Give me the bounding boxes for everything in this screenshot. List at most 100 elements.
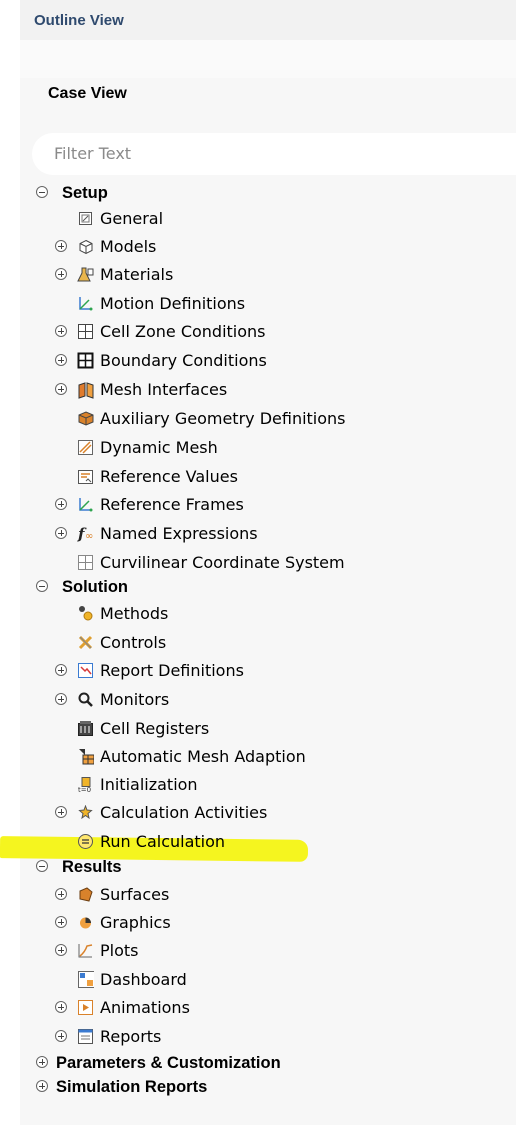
tree-item-mesh-interfaces[interactable]: Mesh Interfaces	[0, 376, 496, 404]
plots-icon	[77, 942, 94, 959]
tree-item-graphics[interactable]: Graphics	[0, 909, 496, 937]
tree-item-reference-values[interactable]: Reference Values	[0, 463, 496, 491]
tree-item-label: Dashboard	[100, 970, 187, 989]
general-icon	[77, 210, 94, 227]
tree-item-label: Boundary Conditions	[100, 351, 267, 370]
monitors-icon	[77, 691, 94, 708]
tree-item-automatic-mesh-adaption[interactable]: Automatic Mesh Adaption	[0, 743, 496, 771]
dashboard-icon	[77, 971, 94, 988]
tree-item-label: Solution	[62, 578, 128, 596]
tree-item-dynamic-mesh[interactable]: Dynamic Mesh	[0, 434, 496, 462]
dynamic-mesh-icon	[77, 439, 94, 456]
boundary-conditions-icon	[77, 352, 94, 369]
tree-item-label: General	[100, 209, 164, 228]
initialization-icon: t=0	[77, 776, 94, 793]
tree-item-motion-definitions[interactable]: Motion Definitions	[0, 290, 496, 318]
tree-item-monitors[interactable]: Monitors	[0, 686, 496, 714]
tree-item-label: Dynamic Mesh	[100, 438, 218, 457]
tree-item-label: Initialization	[100, 775, 198, 794]
tree-item-initialization[interactable]: t=0 Initialization	[0, 771, 496, 799]
tree-item-models[interactable]: Models	[0, 233, 496, 261]
expand-toggle-icon[interactable]	[55, 1030, 67, 1042]
expand-toggle-icon[interactable]	[55, 527, 67, 539]
expand-toggle-icon[interactable]	[55, 888, 67, 900]
expand-toggle-icon[interactable]	[55, 325, 67, 337]
tree-item-label: Surfaces	[100, 885, 170, 904]
tree-item-controls[interactable]: Controls	[0, 629, 496, 657]
tree-item-label: Plots	[100, 941, 139, 960]
expand-toggle-icon[interactable]	[55, 383, 67, 395]
expand-toggle-icon[interactable]	[55, 806, 67, 818]
expand-toggle-icon[interactable]	[55, 268, 67, 280]
controls-icon	[77, 634, 94, 651]
outline-view-title: Outline View	[20, 0, 516, 40]
collapse-toggle-icon[interactable]	[36, 580, 48, 592]
tree-item-label: Monitors	[100, 690, 170, 709]
tree-item-label: Methods	[100, 604, 169, 623]
motion-definitions-icon	[77, 295, 94, 312]
header-spacer	[20, 40, 516, 78]
mesh-adaption-icon	[77, 748, 94, 765]
tree-item-setup[interactable]: Setup	[0, 179, 496, 207]
expand-toggle-icon[interactable]	[55, 693, 67, 705]
tree-item-cell-registers[interactable]: Cell Registers	[0, 715, 496, 743]
collapse-toggle-icon[interactable]	[36, 860, 48, 872]
expand-toggle-icon[interactable]	[36, 1056, 48, 1068]
tree-item-reports[interactable]: Reports	[0, 1023, 496, 1051]
tree-item-label: Run Calculation	[100, 832, 226, 851]
reference-frames-icon	[77, 496, 94, 513]
tree-item-label: Cell Registers	[100, 719, 210, 738]
expand-toggle-icon[interactable]	[36, 1080, 48, 1092]
tree-item-cell-zone-conditions[interactable]: Cell Zone Conditions	[0, 318, 496, 346]
svg-text:t=0: t=0	[78, 786, 91, 793]
tree-item-label: Motion Definitions	[100, 294, 246, 313]
tree-item-label: Report Definitions	[100, 661, 244, 680]
expand-toggle-icon[interactable]	[55, 1001, 67, 1013]
animations-icon	[77, 999, 94, 1016]
tree-item-label: Auxiliary Geometry Definitions	[100, 409, 346, 428]
filter-input[interactable]: Filter Text	[32, 133, 516, 175]
svg-text:∞: ∞	[85, 531, 93, 542]
tree-item-methods[interactable]: Methods	[0, 600, 496, 628]
mesh-interfaces-icon	[77, 381, 94, 399]
expand-toggle-icon[interactable]	[55, 664, 67, 676]
calculation-activities-icon	[77, 804, 94, 821]
tree-item-label: Materials	[100, 265, 174, 284]
tree-item-surfaces[interactable]: Surfaces	[0, 881, 496, 909]
tree-item-animations[interactable]: Animations	[0, 994, 496, 1022]
tree-item-solution[interactable]: Solution	[0, 573, 496, 601]
expand-toggle-icon[interactable]	[55, 240, 67, 252]
graphics-icon	[77, 914, 94, 931]
curvilinear-coordinate-icon	[77, 554, 94, 571]
tree-item-boundary-conditions[interactable]: Boundary Conditions	[0, 347, 496, 375]
expand-toggle-icon[interactable]	[55, 944, 67, 956]
tree-item-label: Reference Frames	[100, 495, 244, 514]
tree-item-report-definitions[interactable]: Report Definitions	[0, 657, 496, 685]
tree-item-simulation-reports[interactable]: Simulation Reports	[0, 1073, 496, 1101]
tree-item-materials[interactable]: Materials	[0, 261, 496, 289]
tree-item-label: Cell Zone Conditions	[100, 322, 266, 341]
tree-item-label: Mesh Interfaces	[100, 380, 228, 399]
expand-toggle-icon[interactable]	[55, 916, 67, 928]
tree-item-dashboard[interactable]: Dashboard	[0, 966, 496, 994]
tree-item-auxiliary-geometry-definitions[interactable]: Auxiliary Geometry Definitions	[0, 405, 496, 433]
tree-item-plots[interactable]: Plots	[0, 937, 496, 965]
tree-item-reference-frames[interactable]: Reference Frames	[0, 491, 496, 519]
tree-item-label: Setup	[62, 184, 108, 202]
tree-item-label: Results	[62, 858, 122, 876]
tree-item-label: Reports	[100, 1027, 162, 1046]
tree-item-general[interactable]: General	[0, 205, 496, 233]
tree-item-label: Graphics	[100, 913, 171, 932]
tree-item-label: Calculation Activities	[100, 803, 268, 822]
expand-toggle-icon[interactable]	[55, 498, 67, 510]
report-definitions-icon	[77, 662, 94, 679]
reports-icon	[77, 1028, 94, 1045]
expand-toggle-icon[interactable]	[55, 354, 67, 366]
collapse-toggle-icon[interactable]	[36, 186, 48, 198]
cell-zone-conditions-icon	[77, 323, 94, 340]
auxiliary-geometry-icon	[77, 410, 94, 427]
tree-item-run-calculation[interactable]: Run Calculation	[0, 828, 496, 856]
tree-item-named-expressions[interactable]: f ∞ Named Expressions	[0, 520, 496, 548]
tree-item-calculation-activities[interactable]: Calculation Activities	[0, 799, 496, 827]
tree-item-results[interactable]: Results	[0, 853, 496, 881]
